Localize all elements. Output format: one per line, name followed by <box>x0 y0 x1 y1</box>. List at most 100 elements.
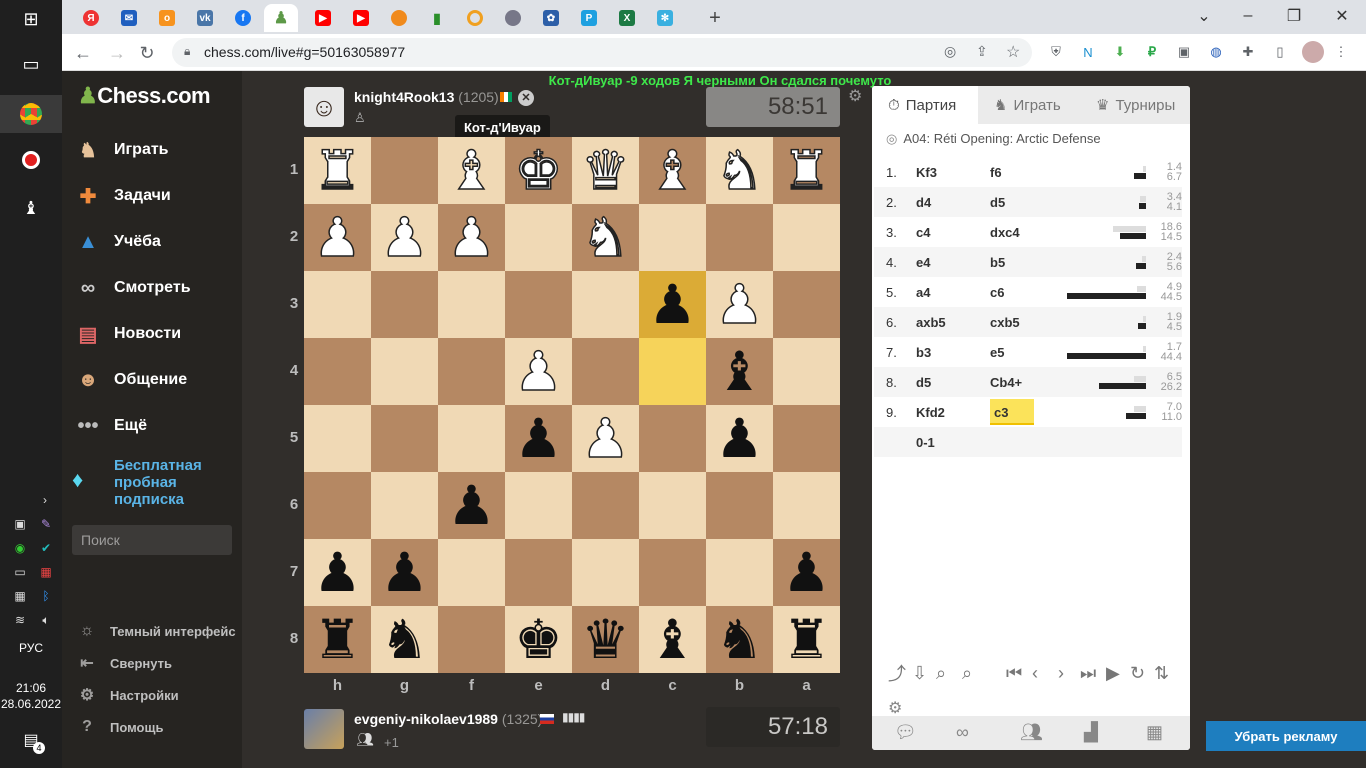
sidebar-search-input[interactable]: Поиск <box>72 525 232 555</box>
side-panel-icon[interactable]: ▯ <box>1271 43 1289 61</box>
tab-youtube-2[interactable]: ▶ <box>344 4 378 32</box>
settings-link[interactable]: ⚙ Настройки <box>76 684 179 706</box>
white-pawn-icon[interactable]: ♟ <box>581 410 631 466</box>
opening-name[interactable]: ◎ A04: Réti Opening: Arctic Defense <box>886 131 1101 147</box>
back-button[interactable]: ← <box>70 40 96 66</box>
tab-excel[interactable]: X <box>610 4 644 32</box>
board-square[interactable] <box>639 405 706 472</box>
flip-board-icon[interactable]: ⇅ <box>1154 663 1169 684</box>
board-square[interactable]: ♜ <box>773 606 840 673</box>
russia-flag-icon[interactable] <box>540 714 554 724</box>
board-square[interactable]: ♝ <box>639 137 706 204</box>
events-icon[interactable]: ▦ <box>1146 722 1163 743</box>
board-square[interactable]: ♟ <box>706 271 773 338</box>
n-extension-icon[interactable]: N <box>1079 43 1097 61</box>
chat-icon[interactable]: 💬︎ <box>894 722 917 743</box>
black-pawn-icon[interactable]: ♟ <box>313 545 361 600</box>
board-square[interactable]: ♚ <box>505 606 572 673</box>
chevron-right-icon[interactable]: › <box>35 490 55 510</box>
record-icon[interactable] <box>13 142 49 178</box>
black-move[interactable]: f6 <box>990 165 1002 180</box>
binoculars-icon[interactable]: ∞ <box>956 722 969 743</box>
black-pawn-icon[interactable]: ♟ <box>447 478 495 533</box>
sidebar-item-puzzles[interactable]: ✚ Задачи <box>72 178 240 214</box>
last-move-icon[interactable]: ⏭︎ <box>1080 663 1096 684</box>
chrome-icon[interactable] <box>0 95 62 133</box>
board-square[interactable] <box>438 606 505 673</box>
sidebar-item-more[interactable]: ••• Ещё <box>72 408 240 444</box>
dark-mode-toggle[interactable]: ☼ Темный интерфейс <box>76 620 236 642</box>
board-square[interactable]: ♞ <box>371 606 438 673</box>
share-icon[interactable]: ⤴ <box>888 660 906 686</box>
address-bar[interactable]: 🔒︎ chess.com/live#g=50163058977 ◎ ⇪ ☆ <box>172 38 1032 67</box>
tray-red-icon[interactable]: ▦ <box>36 562 56 582</box>
black-rook-icon[interactable]: ♜ <box>313 612 361 667</box>
analysis-icon[interactable]: ⌕ <box>936 663 946 684</box>
reload-button[interactable]: ↻ <box>134 40 160 66</box>
players-icon[interactable]: 👥︎ <box>1020 722 1043 743</box>
black-move[interactable]: c6 <box>990 285 1004 300</box>
panel-settings-gear-icon[interactable]: ⚙ <box>888 698 902 718</box>
flag-icon[interactable] <box>500 92 512 102</box>
white-bishop-icon[interactable]: ♝ <box>447 142 497 198</box>
black-move[interactable]: e5 <box>990 345 1004 360</box>
tab-search[interactable] <box>458 4 492 32</box>
board-square[interactable]: ♟ <box>371 204 438 271</box>
tab-facebook[interactable]: f <box>226 4 260 32</box>
board-square[interactable] <box>371 472 438 539</box>
board-square[interactable] <box>505 271 572 338</box>
sidebar-item-play[interactable]: ♞ Играть <box>72 132 240 168</box>
board-square[interactable]: ♟ <box>371 539 438 606</box>
board-square[interactable] <box>304 472 371 539</box>
board-square[interactable] <box>773 271 840 338</box>
minimize-button[interactable]: – <box>1228 4 1268 28</box>
lock-icon[interactable]: 🔒︎ <box>184 44 190 59</box>
black-pawn-icon[interactable]: ♟ <box>514 411 562 466</box>
autoplay-icon[interactable]: ▶ <box>1106 663 1120 684</box>
notifications-icon[interactable]: ▤ 4 <box>13 722 49 758</box>
tab-snow[interactable]: ✻ <box>648 4 682 32</box>
tab-tool[interactable]: ✿ <box>534 4 568 32</box>
profile-avatar[interactable] <box>1302 41 1324 63</box>
sidebar-item-watch[interactable]: ∞ Смотреть <box>72 270 240 306</box>
white-knight-icon[interactable]: ♞ <box>715 142 765 198</box>
shield-extension-icon[interactable]: ⛨ <box>1047 43 1065 61</box>
grid-tray-icon[interactable]: ▦ <box>10 586 30 606</box>
board-square[interactable] <box>371 271 438 338</box>
close-window-button[interactable]: ✕ <box>1322 4 1362 28</box>
board-square[interactable]: ♟ <box>505 338 572 405</box>
white-knight-icon[interactable]: ♞ <box>581 209 631 265</box>
white-move[interactable]: Kf3 <box>916 165 937 180</box>
shield-tray-icon[interactable]: ✔ <box>36 538 56 558</box>
apps-extension-icon[interactable]: ▣ <box>1175 43 1193 61</box>
tracking-off-icon[interactable]: ◎ <box>944 43 956 60</box>
black-move[interactable]: d5 <box>990 195 1005 210</box>
black-move[interactable]: Cb4+ <box>990 375 1022 390</box>
tab-yandex[interactable]: Я <box>74 4 108 32</box>
tab-vk[interactable]: vk <box>188 4 222 32</box>
tab-search-chevron-icon[interactable]: ⌄ <box>1184 4 1224 28</box>
board-square[interactable]: ♛ <box>572 137 639 204</box>
volume-icon[interactable]: 🔈︎ <box>36 610 56 630</box>
board-square[interactable]: ♟ <box>304 204 371 271</box>
tray-app-icon[interactable]: ▣ <box>10 514 30 534</box>
black-move[interactable]: cxb5 <box>990 315 1020 330</box>
url-text[interactable]: chess.com/live#g=50163058977 <box>204 44 405 60</box>
board-square[interactable] <box>572 338 639 405</box>
board-square[interactable] <box>438 405 505 472</box>
black-rook-icon[interactable]: ♜ <box>782 612 830 667</box>
tab-tournaments[interactable]: ♛ Турниры <box>1084 86 1190 124</box>
white-bishop-icon[interactable]: ♝ <box>648 142 698 198</box>
board-square[interactable] <box>773 338 840 405</box>
forward-button[interactable]: → <box>104 40 130 66</box>
board-square[interactable]: ♞ <box>706 137 773 204</box>
tab-youtube-1[interactable]: ▶ <box>306 4 340 32</box>
board-settings-gear-icon[interactable]: ⚙ <box>848 86 862 106</box>
white-pawn-icon[interactable]: ♟ <box>313 209 363 265</box>
board-square[interactable] <box>572 539 639 606</box>
board-square[interactable] <box>773 204 840 271</box>
white-move[interactable]: a4 <box>916 285 930 300</box>
board-square[interactable]: ♞ <box>572 204 639 271</box>
input-language[interactable]: РУС <box>0 641 62 655</box>
sidebar-item-social[interactable]: ☻ Общение <box>72 362 240 398</box>
